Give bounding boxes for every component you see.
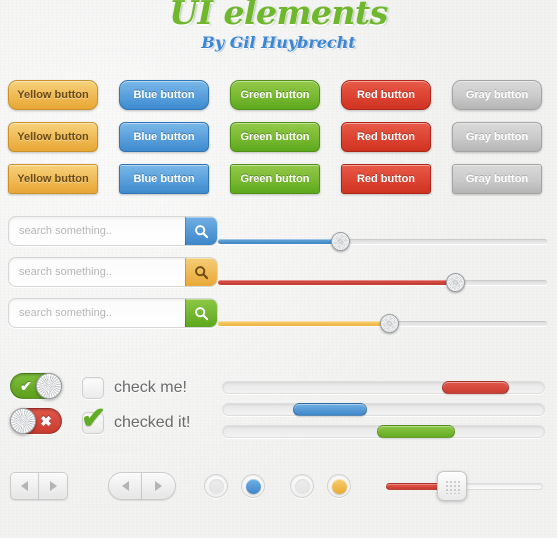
checkbox-label: checked it!: [114, 414, 191, 431]
search-field-group: [0, 216, 218, 349]
radio-dot: [294, 478, 310, 494]
pager-prev-button[interactable]: [10, 472, 39, 500]
radio-unselected-1[interactable]: [204, 474, 228, 498]
search-icon: [195, 265, 209, 279]
page-subtitle: By Gil Huybrecht: [201, 33, 356, 52]
search-button-green[interactable]: [185, 299, 217, 327]
checkbox-item-checked[interactable]: ✔ checked it!: [81, 404, 222, 434]
green-button-square[interactable]: Green button: [230, 164, 320, 194]
handle-slider[interactable]: [386, 469, 543, 503]
left-arrow-icon: [121, 481, 129, 491]
blue-button-semi[interactable]: Blue button: [119, 122, 209, 152]
scrollbar-thumb[interactable]: [441, 381, 510, 394]
checkbox-label: check me!: [114, 379, 187, 396]
slider-red[interactable]: [218, 267, 547, 297]
gray-button-rounded[interactable]: Gray button: [452, 80, 542, 110]
yellow-button-semi[interactable]: Yellow button: [8, 122, 98, 152]
scrollbar-thumb[interactable]: [293, 403, 368, 416]
scrollbar-track[interactable]: [222, 403, 545, 416]
radio-dot: [208, 478, 224, 494]
slider-group: [218, 216, 557, 349]
slider-fill: [218, 280, 455, 285]
yellow-button-square[interactable]: Yellow button: [8, 164, 98, 194]
checkbox-unchecked[interactable]: [82, 377, 104, 399]
pager-next-button[interactable]: [142, 472, 176, 500]
search-and-slider-section: [0, 216, 557, 349]
header: UI elements By Gil Huybrecht: [0, 0, 557, 52]
slider-blue[interactable]: [218, 226, 547, 256]
yellow-button-rounded[interactable]: Yellow button: [8, 80, 98, 110]
pager-rect: [10, 472, 68, 500]
page-title: UI elements: [169, 0, 388, 32]
toggle-switch-off[interactable]: ✖: [10, 408, 62, 434]
toggle-group: ✔ ✖: [10, 373, 82, 447]
slider-knob[interactable]: [380, 314, 400, 333]
check-icon: ✔: [81, 402, 107, 435]
pager-next-button[interactable]: [39, 472, 68, 500]
blue-button-rounded[interactable]: Blue button: [119, 80, 209, 110]
green-button-semi[interactable]: Green button: [230, 122, 320, 152]
search-field-green: [8, 298, 218, 328]
right-arrow-icon: [49, 481, 57, 491]
radio-group: [204, 474, 364, 498]
button-row-square: Yellow button Blue button Green button R…: [0, 164, 557, 194]
checkbox-checked[interactable]: ✔: [81, 404, 106, 434]
scrollbar-blue[interactable]: [222, 403, 545, 416]
radio-unselected-2[interactable]: [290, 474, 314, 498]
left-arrow-icon: [21, 481, 28, 491]
radio-dot: [331, 478, 347, 494]
radio-dot: [245, 478, 261, 494]
pager-prev-button[interactable]: [108, 472, 142, 500]
bottom-controls-section: [0, 469, 557, 503]
scrollbar-group: [222, 373, 557, 447]
radio-selected-blue[interactable]: [241, 474, 265, 498]
search-button-yellow[interactable]: [185, 258, 217, 286]
slider-knob[interactable]: [330, 232, 350, 251]
slider-knob[interactable]: [445, 273, 465, 292]
button-row-rounded: Yellow button Blue button Green button R…: [0, 80, 557, 110]
red-button-semi[interactable]: Red button: [341, 122, 431, 152]
search-field-blue: [8, 216, 218, 246]
checkbox-item-unchecked[interactable]: check me!: [82, 377, 222, 399]
search-field-yellow: [8, 257, 218, 287]
search-icon: [195, 224, 209, 238]
search-input-green[interactable]: [9, 299, 185, 327]
red-button-square[interactable]: Red button: [341, 164, 431, 194]
gray-button-square[interactable]: Gray button: [452, 164, 542, 194]
search-input-blue[interactable]: [9, 217, 185, 245]
pager-pill: [108, 472, 176, 500]
slider-fill: [218, 239, 340, 244]
toggle-switch-on[interactable]: ✔: [10, 373, 62, 399]
checkbox-group: check me! ✔ checked it!: [81, 373, 222, 447]
green-button-rounded[interactable]: Green button: [230, 80, 320, 110]
button-grid: Yellow button Blue button Green button R…: [0, 80, 557, 194]
toggle-knob[interactable]: [10, 408, 36, 434]
toggle-knob[interactable]: [36, 373, 62, 399]
slider-yellow[interactable]: [218, 308, 547, 338]
search-button-blue[interactable]: [185, 217, 217, 245]
grip-handle-icon[interactable]: [436, 471, 467, 501]
search-input-yellow[interactable]: [9, 258, 185, 286]
scrollbar-thumb[interactable]: [377, 425, 455, 438]
red-button-rounded[interactable]: Red button: [341, 80, 431, 110]
right-arrow-icon: [155, 481, 162, 491]
slider-fill: [218, 321, 390, 326]
search-icon: [195, 306, 209, 320]
button-row-semi-rounded: Yellow button Blue button Green button R…: [0, 122, 557, 152]
gray-button-semi[interactable]: Gray button: [452, 122, 542, 152]
ui-kit-page: UI elements By Gil Huybrecht Yellow butt…: [0, 0, 557, 538]
toggle-checkbox-scroll-section: ✔ ✖ check me! ✔ checked it!: [0, 373, 557, 447]
blue-button-square[interactable]: Blue button: [119, 164, 209, 194]
cross-icon: ✖: [40, 412, 52, 429]
scrollbar-red[interactable]: [222, 381, 545, 394]
radio-selected-yellow[interactable]: [327, 474, 351, 498]
scrollbar-green[interactable]: [222, 425, 545, 438]
